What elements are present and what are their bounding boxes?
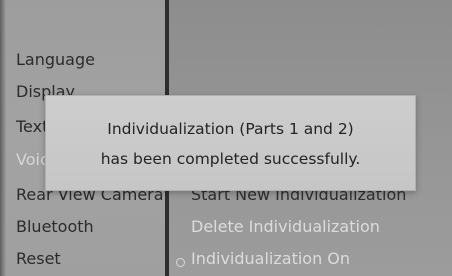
menu-item-reset[interactable]: Reset — [16, 245, 165, 273]
menu-item-bluetooth[interactable]: Bluetooth — [16, 213, 165, 241]
left-edge — [0, 0, 6, 276]
popup-message-line-2: has been completed successfully. — [100, 150, 361, 168]
popup-message-line-1: Individualization (Parts 1 and 2) — [107, 120, 354, 138]
individualization-on-item: Individualization On — [191, 249, 351, 268]
radio-icon — [176, 258, 185, 267]
delete-individualization-item: Delete Individualization — [191, 217, 380, 236]
confirmation-popup: Individualization (Parts 1 and 2) has be… — [45, 95, 416, 191]
settings-screen: Language Display Text Reader Speed Voice… — [0, 0, 452, 276]
menu-item-language[interactable]: Language — [16, 46, 165, 74]
